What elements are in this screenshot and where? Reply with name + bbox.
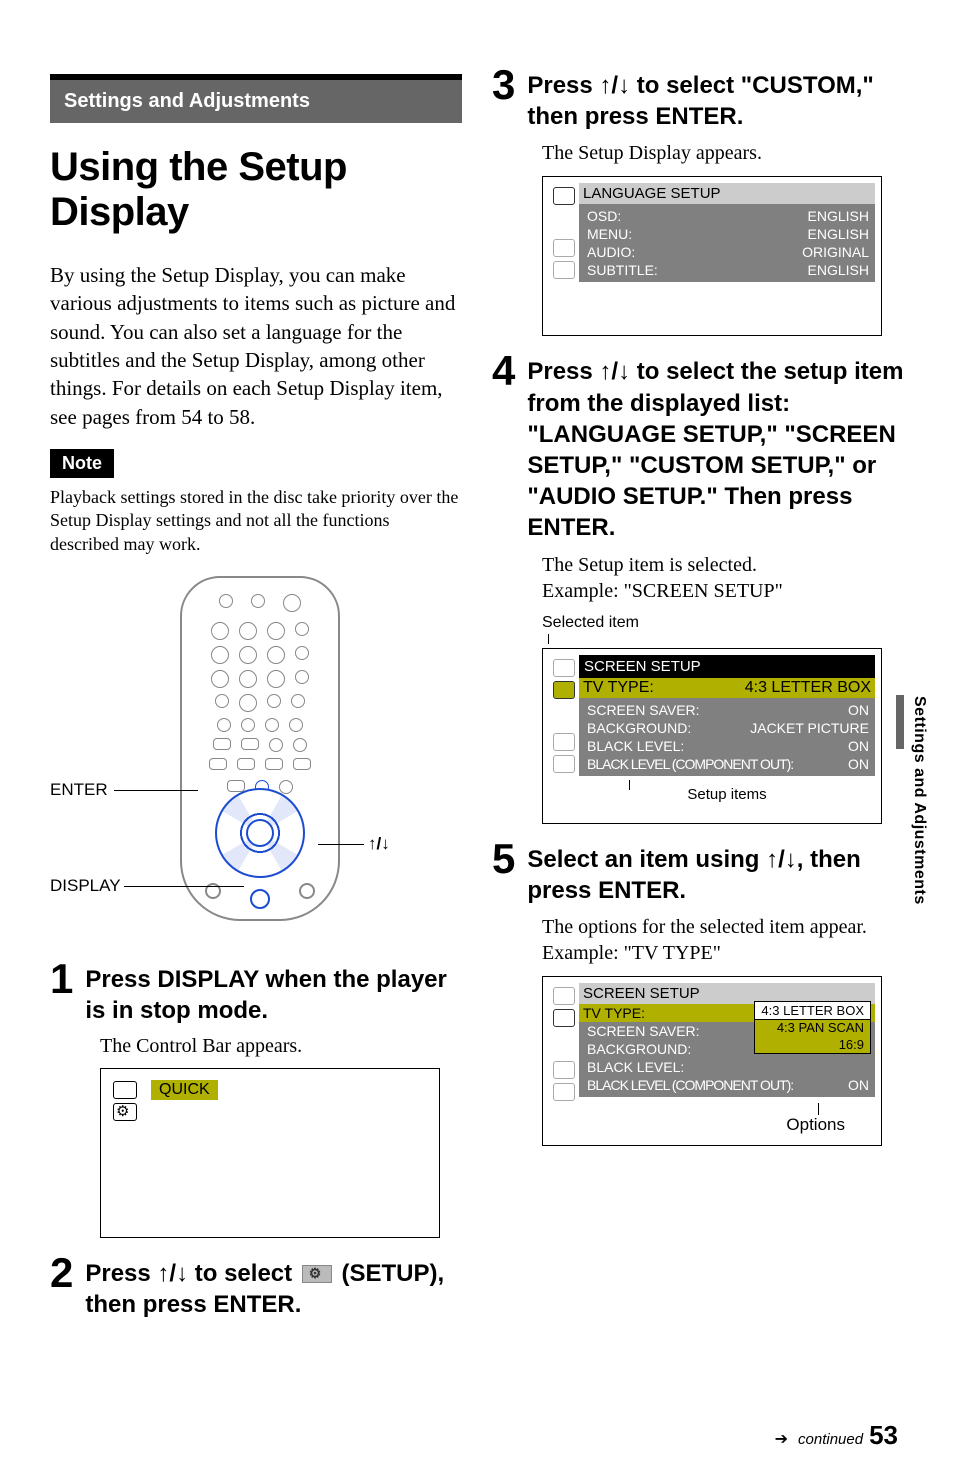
step-4: 4 Press ↑/↓ to select the setup item fro… bbox=[492, 350, 904, 543]
quick-label: QUICK bbox=[151, 1080, 218, 1100]
page-number: 53 bbox=[869, 1420, 898, 1451]
osd-language-setup: LANGUAGE SETUP OSD:ENGLISH MENU:ENGLISH … bbox=[542, 176, 882, 336]
page: Settings and Adjustments Using the Setup… bbox=[0, 0, 954, 1483]
left-column: Settings and Adjustments Using the Setup… bbox=[50, 64, 462, 1320]
osd-screen-setup: SCREEN SETUP TV TYPE:4:3 LETTER BOX SCRE… bbox=[542, 648, 882, 824]
selected-item-callout: Selected item bbox=[542, 614, 904, 632]
continued-label: continued bbox=[798, 1431, 863, 1448]
osd-panel: OSD:ENGLISH MENU:ENGLISH AUDIO:ORIGINAL … bbox=[579, 204, 875, 282]
step-number: 5 bbox=[492, 838, 515, 906]
osd-panel: SCREEN SAVER:ON BACKGROUND:JACKET PICTUR… bbox=[579, 698, 875, 776]
step-2: 2 Press ↑/↓ to select (SETUP), then pres… bbox=[50, 1252, 462, 1320]
setup-items-callout: Setup items bbox=[687, 786, 766, 803]
step-1: 1 Press DISPLAY when the player is in st… bbox=[50, 958, 462, 1026]
note-body: Playback settings stored in the disc tak… bbox=[50, 486, 462, 556]
step-5: 5 Select an item using ↑/↓, then press E… bbox=[492, 838, 904, 906]
side-tab: Settings and Adjustments bbox=[910, 696, 928, 905]
step-1-sub: The Control Bar appears. bbox=[100, 1035, 462, 1058]
remote-body bbox=[180, 576, 340, 921]
enter-label: ENTER bbox=[50, 780, 108, 800]
gear-icon bbox=[113, 1103, 137, 1121]
step-title: Press ↑/↓ to select (SETUP), then press … bbox=[85, 1252, 462, 1320]
note-chip: Note bbox=[50, 449, 114, 478]
setup-icon bbox=[302, 1265, 332, 1283]
side-tab-mark bbox=[896, 695, 904, 749]
continued-arrow-icon bbox=[775, 1429, 792, 1449]
tools-icon bbox=[113, 1081, 137, 1099]
step-3-sub: The Setup Display appears. bbox=[542, 140, 904, 166]
step-title: Select an item using ↑/↓, then press ENT… bbox=[527, 838, 904, 906]
main-title: Using the Setup Display bbox=[50, 145, 462, 235]
osd-tv-type: SCREEN SETUP TV TYPE:4:3 LETTER BOX SCRE… bbox=[542, 976, 882, 1146]
footer: continued 53 bbox=[775, 1420, 898, 1451]
right-column: 3 Press ↑/↓ to select "CUSTOM," then pre… bbox=[492, 64, 904, 1320]
step-number: 2 bbox=[50, 1252, 73, 1320]
step-title: Press ↑/↓ to select "CUSTOM," then press… bbox=[527, 64, 904, 132]
step-number: 1 bbox=[50, 958, 73, 1026]
display-label: DISPLAY bbox=[50, 876, 121, 896]
options-popup: 4:3 LETTER BOX 4:3 PAN SCAN 16:9 bbox=[754, 1001, 871, 1054]
step-title: Press ↑/↓ to select the setup item from … bbox=[527, 350, 904, 543]
intro-paragraph: By using the Setup Display, you can make… bbox=[50, 261, 462, 431]
options-callout: Options bbox=[786, 1115, 845, 1134]
dpad bbox=[215, 788, 305, 878]
display-button-icon bbox=[250, 889, 270, 909]
arrows-label: ↑/↓ bbox=[368, 834, 390, 854]
osd-title: SCREEN SETUP bbox=[579, 655, 875, 678]
step-5-sub: The options for the selected item appear… bbox=[542, 914, 904, 966]
step-number: 4 bbox=[492, 350, 515, 543]
section-band: Settings and Adjustments bbox=[50, 74, 462, 123]
osd-quick: QUICK bbox=[100, 1068, 440, 1238]
osd-title: LANGUAGE SETUP bbox=[579, 183, 875, 204]
step-3: 3 Press ↑/↓ to select "CUSTOM," then pre… bbox=[492, 64, 904, 132]
remote-illustration: ENTER DISPLAY ↑/↓ bbox=[50, 576, 462, 946]
step-4-sub: The Setup item is selected. Example: "SC… bbox=[542, 552, 904, 604]
step-number: 3 bbox=[492, 64, 515, 132]
highlighted-row: TV TYPE:4:3 LETTER BOX bbox=[579, 678, 875, 698]
step-title: Press DISPLAY when the player is in stop… bbox=[85, 958, 462, 1026]
